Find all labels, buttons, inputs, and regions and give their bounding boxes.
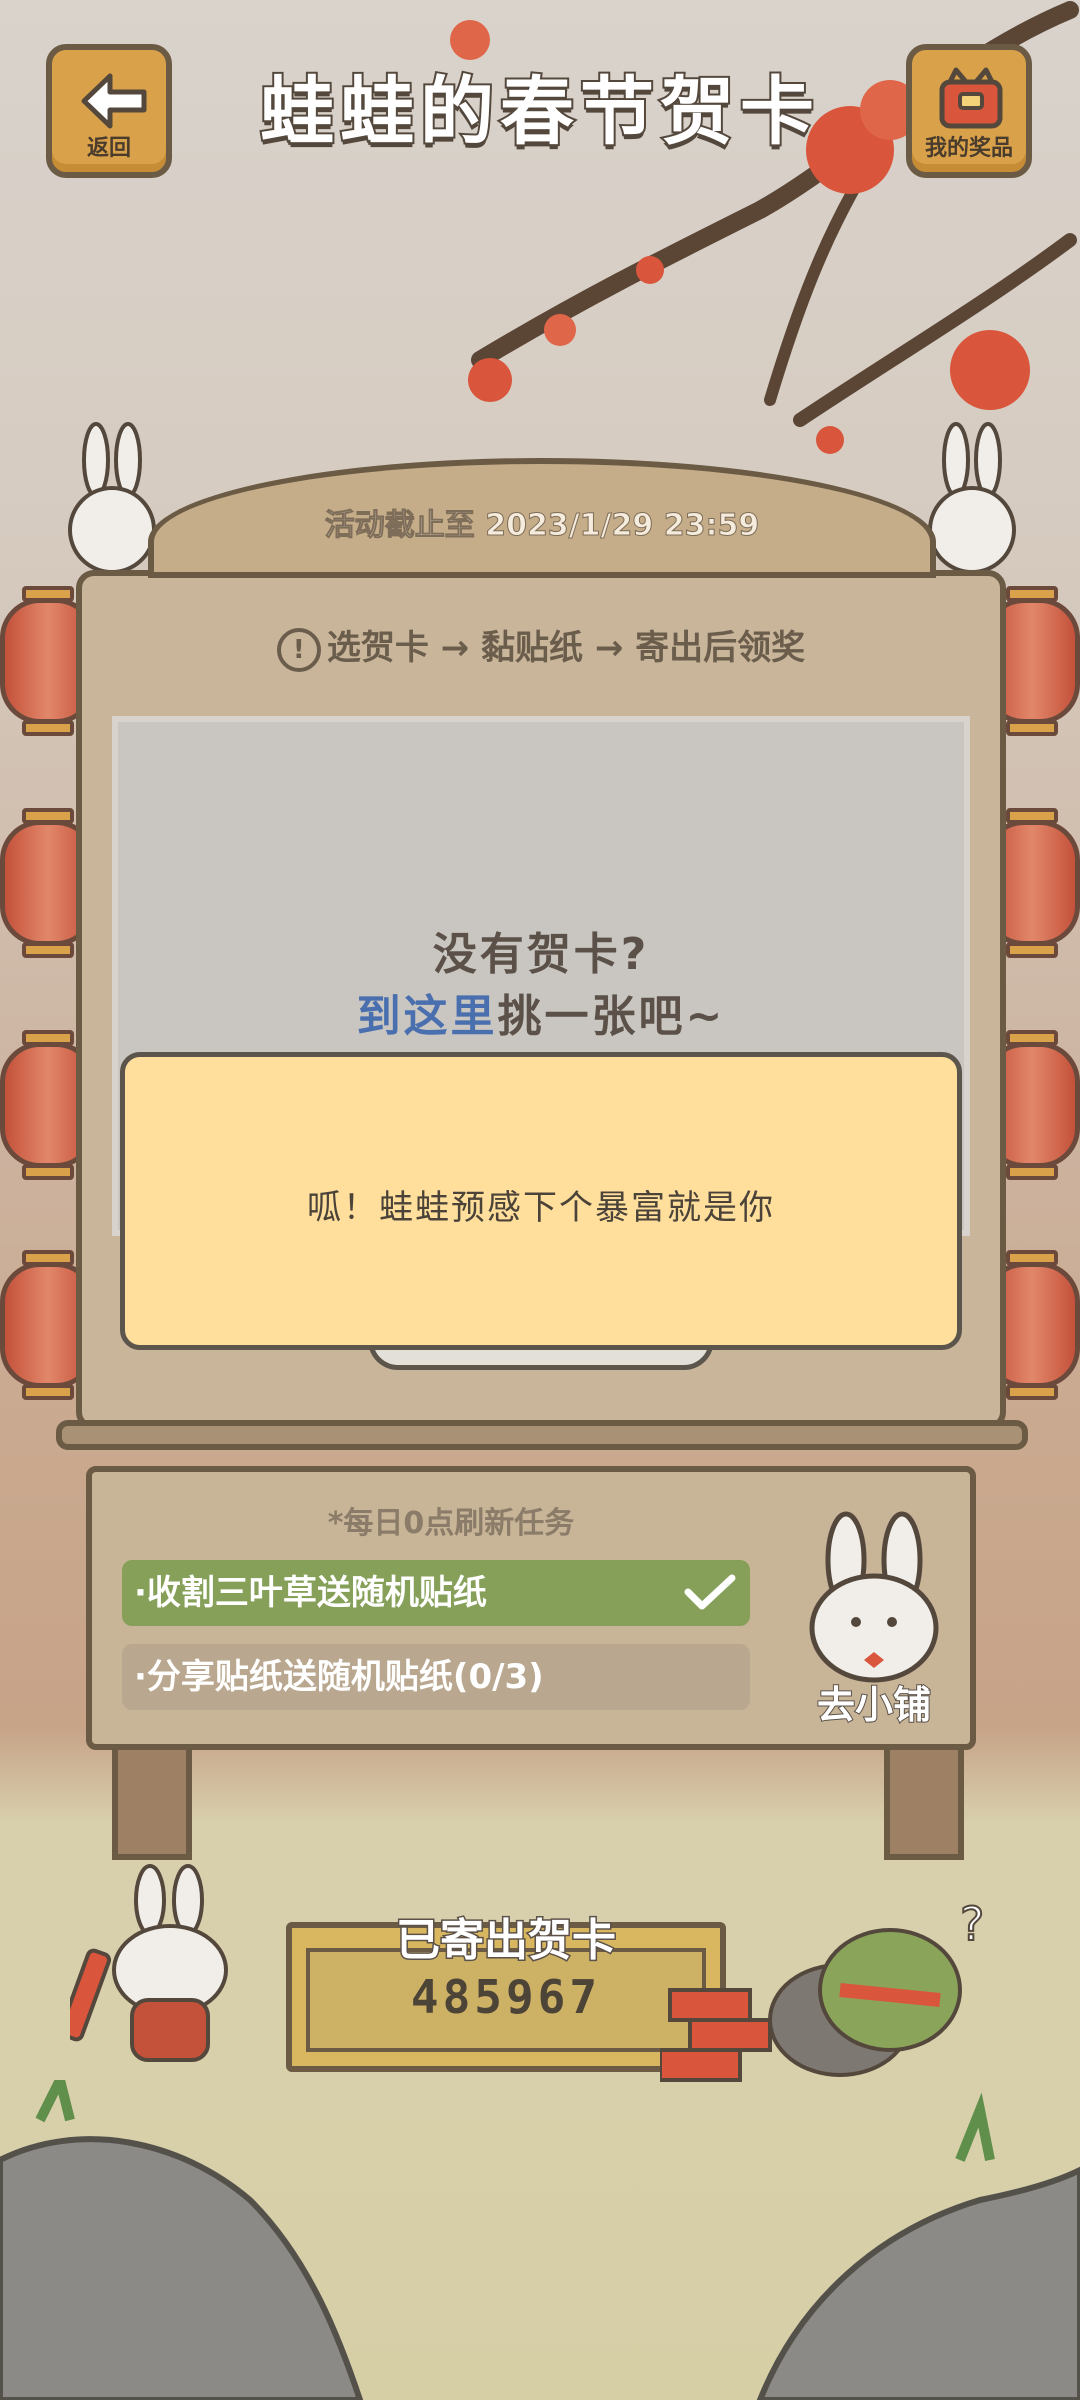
arrow-left-icon xyxy=(81,73,147,129)
steps-text: 选贺卡 → 黏贴纸 → 寄出后领奖 xyxy=(326,628,806,668)
empty-card-title: 没有贺卡? xyxy=(432,929,650,980)
bunny-firecracker-decoration xyxy=(70,1864,228,2062)
frog-bricks-decoration: ? xyxy=(660,1896,985,2082)
board-leg-left xyxy=(112,1750,192,1860)
sent-cards-count: 485967 xyxy=(410,1970,602,2024)
toast-message: 呱！蛙蛙预感下个暴富就是你 xyxy=(307,1188,775,1228)
bunny-shopkeeper-icon xyxy=(809,1511,939,1683)
check-icon xyxy=(684,1574,736,1610)
board-ledge xyxy=(56,1420,1028,1450)
task-item-share-sticker[interactable]: ·分享贴纸送随机贴纸(0/3) xyxy=(122,1644,750,1710)
pick-card-prompt: 到这里挑一张吧~ xyxy=(112,980,970,1044)
steps-instructions: ! 选贺卡 → 黏贴纸 → 寄出后领奖 xyxy=(76,620,1006,672)
my-prizes-label: 我的奖品 xyxy=(924,136,1013,161)
event-deadline: 活动截止至 2023/1/29 23:59 xyxy=(324,508,760,544)
pick-card-link[interactable]: 到这里 xyxy=(357,991,498,1042)
go-shop-label: 去小铺 xyxy=(816,1682,932,1728)
rocks-foreground xyxy=(0,2080,1080,2400)
page-title: 蛙蛙的春节贺卡 xyxy=(258,67,820,157)
gift-box-icon xyxy=(939,67,1003,129)
board-leg-right xyxy=(884,1750,964,1860)
pick-card-rest: 挑一张吧~ xyxy=(497,991,726,1042)
back-label: 返回 xyxy=(86,136,131,161)
back-button[interactable]: 返回 xyxy=(46,44,172,178)
task-label: ·收割三叶草送随机贴纸 xyxy=(134,1573,487,1613)
svg-text:?: ? xyxy=(960,1897,984,1951)
task-item-harvest-clover[interactable]: ·收割三叶草送随机贴纸 xyxy=(122,1560,750,1626)
info-icon: ! xyxy=(276,627,321,672)
my-prizes-button[interactable]: 我的奖品 xyxy=(906,44,1032,178)
task-label: ·分享贴纸送随机贴纸(0/3) xyxy=(134,1657,544,1697)
refresh-note: *每日0点刷新任务 xyxy=(327,1506,575,1541)
